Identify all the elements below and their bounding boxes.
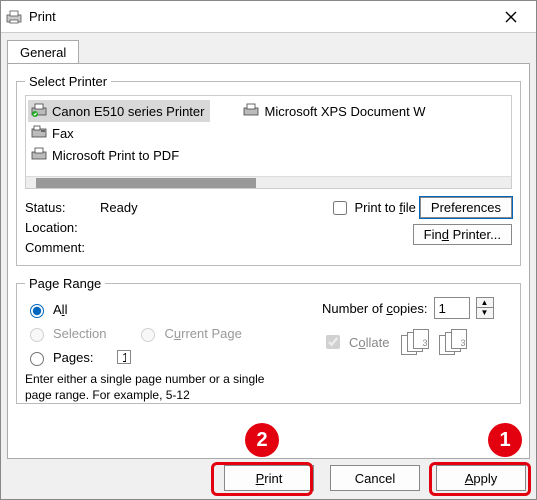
radio-pages-label: Pages:: [53, 350, 113, 365]
spinner-up-icon[interactable]: ▲: [477, 298, 493, 308]
page-range-legend: Page Range: [25, 276, 105, 291]
radio-all[interactable]: All: [25, 297, 322, 321]
copies-spinner[interactable]: ▲▼: [476, 297, 494, 319]
radio-current-page: Current Page: [136, 321, 241, 345]
collate-icon: 123 123: [401, 329, 469, 355]
radio-pages-input[interactable]: [30, 352, 44, 366]
pages-input[interactable]: [117, 350, 131, 364]
radio-current-page-input: [141, 328, 155, 342]
print-dialog: Print General Select Printer Canon E510 …: [0, 0, 537, 500]
spinner-down-icon[interactable]: ▼: [477, 308, 493, 318]
radio-selection: Selection: [25, 321, 106, 345]
printer-icon: [242, 103, 260, 120]
printer-item-fax[interactable]: Fax: [28, 122, 210, 144]
printer-item-label: Microsoft XPS Document W: [264, 104, 425, 119]
radio-all-label: All: [53, 302, 67, 317]
printer-item-label: Microsoft Print to PDF: [52, 148, 179, 163]
radio-selection-label: Selection: [53, 326, 106, 341]
window-title: Print: [29, 9, 490, 24]
apply-button[interactable]: Apply: [436, 465, 526, 491]
copies-input[interactable]: [434, 297, 470, 319]
comment-label: Comment:: [25, 240, 100, 255]
printer-item-canon[interactable]: Canon E510 series Printer: [28, 100, 210, 122]
page-range-group: Page Range All Selection Curr: [16, 276, 521, 404]
location-label: Location:: [25, 220, 100, 235]
preferences-button[interactable]: Preferences: [420, 197, 512, 218]
radio-all-input[interactable]: [30, 304, 44, 318]
status-label: Status:: [25, 200, 100, 215]
status-value: Ready: [100, 200, 138, 215]
select-printer-group: Select Printer Canon E510 series Printer…: [16, 74, 521, 266]
tab-panel-general: Select Printer Canon E510 series Printer…: [7, 63, 530, 459]
print-to-file-checkbox[interactable]: Print to file: [329, 198, 415, 218]
dialog-buttons: Print Cancel Apply: [224, 465, 526, 491]
tab-strip: General: [1, 33, 536, 63]
collate-checkbox: Collate 123 123: [322, 329, 512, 355]
find-printer-button[interactable]: Find Printer...: [413, 224, 512, 245]
printer-item-label: Fax: [52, 126, 74, 141]
titlebar: Print: [1, 1, 536, 33]
radio-pages[interactable]: Pages:: [25, 345, 322, 369]
copies-label: Number of copies:: [322, 301, 428, 316]
close-button[interactable]: [490, 2, 532, 32]
printer-icon: [5, 10, 23, 24]
radio-current-page-label: Current Page: [164, 326, 241, 341]
print-button[interactable]: Print: [224, 465, 314, 491]
printer-item-xps[interactable]: Microsoft XPS Document W: [240, 100, 431, 122]
fax-icon: [30, 125, 48, 142]
cancel-button[interactable]: Cancel: [330, 465, 420, 491]
status-block: Status:Ready Location: Comment:: [25, 197, 312, 257]
printer-list[interactable]: Canon E510 series Printer Fax Microsoft …: [25, 95, 512, 189]
collate-label: Collate: [349, 335, 389, 350]
printer-icon: [30, 147, 48, 164]
printer-icon: [30, 103, 48, 120]
page-range-hint: Enter either a single page number or a s…: [25, 371, 265, 403]
tab-general[interactable]: General: [7, 40, 79, 64]
radio-selection-input: [30, 328, 44, 342]
horizontal-scrollbar[interactable]: [26, 176, 511, 188]
print-to-file-input[interactable]: [333, 201, 347, 215]
printer-item-mspdf[interactable]: Microsoft Print to PDF: [28, 144, 210, 166]
select-printer-legend: Select Printer: [25, 74, 111, 89]
printer-item-label: Canon E510 series Printer: [52, 104, 204, 119]
print-to-file-label: Print to file: [354, 200, 415, 215]
collate-input: [326, 335, 340, 349]
